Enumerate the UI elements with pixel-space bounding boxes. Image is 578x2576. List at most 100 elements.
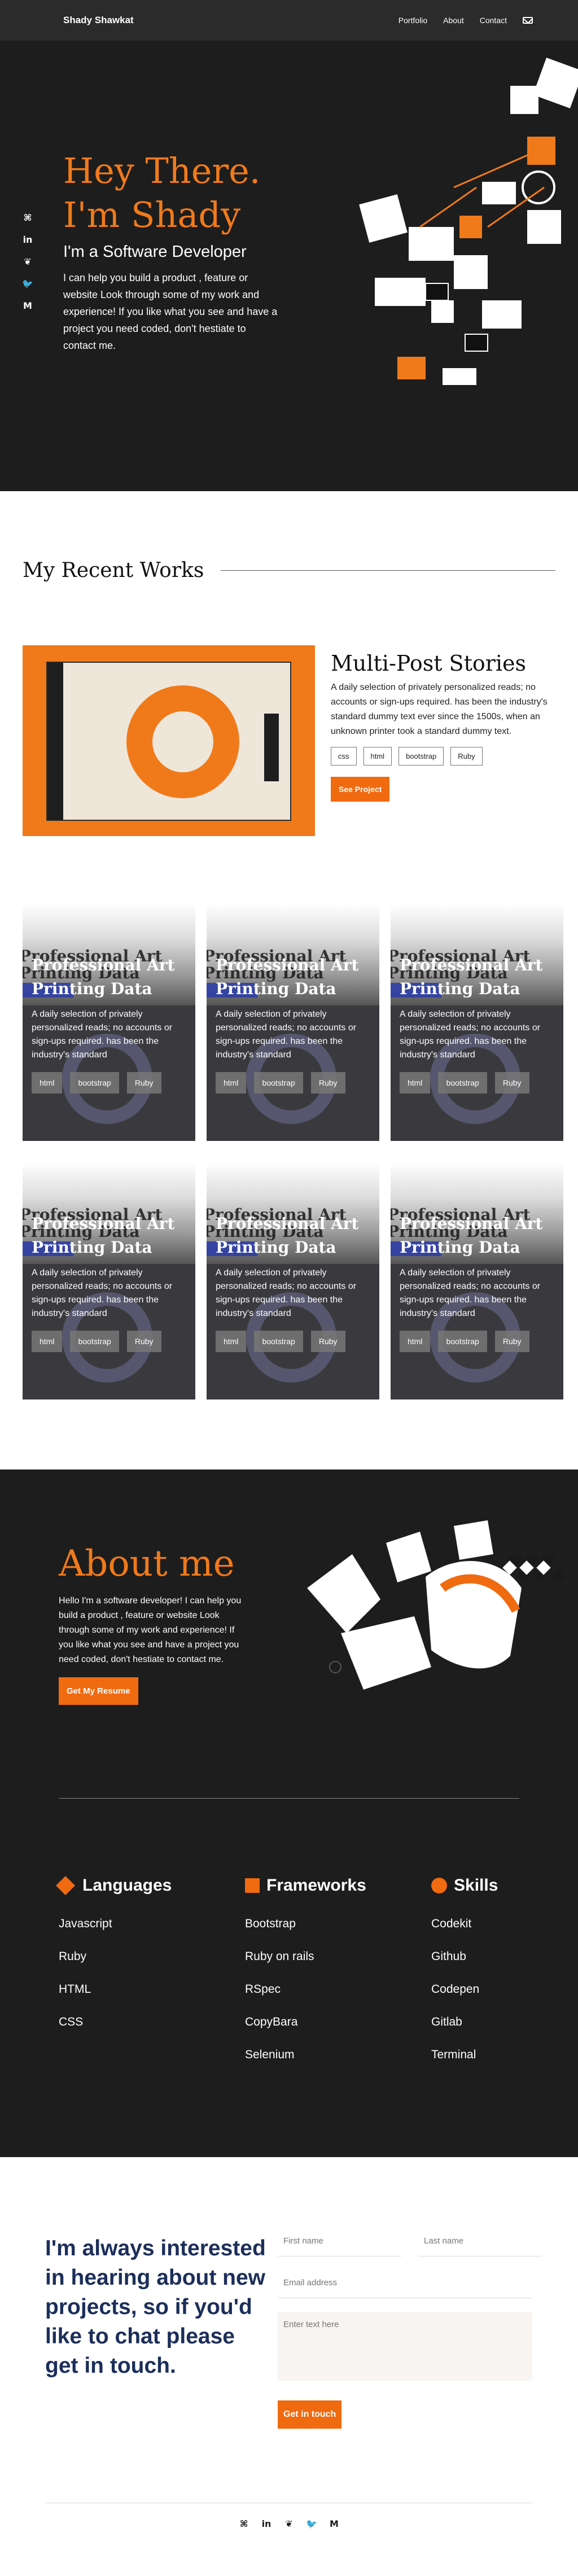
tag-bootstrap: bootstrap — [70, 1331, 119, 1352]
card-tags: html bootstrap Ruby — [32, 1072, 186, 1094]
skill-item: Ruby on rails — [245, 1950, 314, 1963]
circle-icon — [431, 1878, 447, 1893]
skill-item: Javascript — [59, 1917, 112, 1930]
tag-ruby: Ruby — [310, 1072, 345, 1094]
twitter-icon[interactable]: 🐦 — [21, 278, 34, 289]
about-title: About me — [59, 1543, 235, 1585]
card-title: Professional Art Printing Data — [216, 1214, 359, 1257]
featured-project-title: Multi-Post Stories — [331, 651, 527, 676]
tag-ruby: Ruby — [310, 1331, 345, 1352]
about-description: Hello I'm a software developer! I can he… — [59, 1596, 242, 1664]
card-title: Professional Art Printing Data — [216, 956, 359, 998]
medium-icon[interactable]: M — [21, 300, 34, 311]
skills-tools-list: Codekit Github Codepen Gitlab Terminal — [431, 1908, 544, 2071]
skill-item: Github — [431, 1950, 466, 1963]
skill-item: Gitlab — [431, 2015, 462, 2028]
tag-ruby: Ruby — [494, 1331, 529, 1352]
card-content: Professional Art Printing Data A daily se… — [32, 1212, 186, 1352]
skills-languages-heading: Languages — [56, 1876, 245, 1895]
card-content: Professional Art Printing Data A daily se… — [216, 954, 370, 1094]
codepen-icon[interactable]: ❦ — [283, 2518, 295, 2529]
tag-bootstrap: bootstrap — [70, 1072, 119, 1094]
codepen-icon[interactable]: ❦ — [21, 256, 34, 267]
get-in-touch-button[interactable]: Get in touch — [278, 2400, 342, 2429]
featured-project-image — [23, 645, 315, 836]
nav-link-portfolio[interactable]: Portfolio — [399, 16, 427, 25]
project-card[interactable]: Professional Art Printing Data Profession… — [23, 1162, 195, 1399]
skill-item: Selenium — [245, 2048, 295, 2061]
get-resume-button[interactable]: Get My Resume — [59, 1677, 138, 1705]
card-title: Professional Art Printing Data — [32, 1214, 175, 1257]
skill-item: Ruby — [59, 1950, 87, 1963]
card-tags: html bootstrap Ruby — [400, 1072, 554, 1094]
message-textarea[interactable] — [278, 2312, 532, 2381]
brand-logo[interactable]: Shady Shawkat — [63, 15, 134, 26]
card-content: Professional Art Printing Data A daily se… — [400, 1212, 554, 1352]
works-header: My Recent Works — [0, 559, 578, 582]
project-cards-grid: Professional Art Printing Data Profession… — [0, 904, 578, 1399]
diamond-icon — [56, 1876, 75, 1895]
last-name-input[interactable] — [418, 2226, 542, 2256]
hero-illustration — [359, 58, 578, 385]
hero-subheading: I'm a Software Developer — [63, 243, 247, 261]
skills-frameworks-list: Bootstrap Ruby on rails RSpec CopyBara S… — [245, 1908, 431, 2071]
mock-strip — [264, 714, 279, 781]
project-card[interactable]: Professional Art Printing Data Profession… — [207, 904, 379, 1141]
skill-item: RSpec — [245, 1983, 281, 1996]
twitter-icon[interactable]: 🐦 — [305, 2518, 318, 2529]
works-section: My Recent Works Multi-Post Stories A dai… — [0, 559, 578, 1399]
project-card[interactable]: Professional Art Printing Data Profession… — [391, 1162, 563, 1399]
github-icon[interactable]: ⌘ — [21, 212, 34, 223]
nav-link-contact[interactable]: Contact — [480, 16, 507, 25]
medium-icon[interactable]: M — [328, 2518, 340, 2529]
tag-bootstrap: bootstrap — [399, 747, 444, 766]
tag-ruby: Ruby — [126, 1072, 161, 1094]
mail-icon[interactable] — [523, 17, 533, 24]
card-title: Professional Art Printing Data — [400, 1214, 543, 1257]
skill-item: HTML — [59, 1983, 91, 1996]
skills-tools: Skills Codekit Github Codepen Gitlab Ter… — [431, 1876, 544, 2071]
tag-html: html — [400, 1331, 431, 1352]
square-icon — [245, 1878, 260, 1893]
nav-link-about[interactable]: About — [443, 16, 464, 25]
project-card[interactable]: Professional Art Printing Data Profession… — [391, 904, 563, 1141]
social-sidebar: ⌘ in ❦ 🐦 M — [21, 212, 34, 311]
about-section: About me Hello I'm a software developer!… — [0, 1469, 578, 2157]
hero-heading-line1: Hey There. — [63, 150, 261, 191]
card-description: A daily selection of privately personali… — [400, 1009, 541, 1060]
tag-html: html — [400, 1072, 431, 1094]
top-navbar: Shady Shawkat Portfolio About Contact — [0, 0, 578, 41]
skills-frameworks-heading: Frameworks — [245, 1876, 431, 1895]
name-row — [278, 2226, 542, 2256]
tag-bootstrap: bootstrap — [254, 1331, 303, 1352]
email-input[interactable] — [278, 2268, 532, 2298]
tag-ruby: Ruby — [450, 747, 483, 766]
card-content: Professional Art Printing Data A daily se… — [400, 954, 554, 1094]
about-text: About me Hello I'm a software developer!… — [59, 1543, 245, 1705]
see-project-button[interactable]: See Project — [331, 777, 390, 802]
card-title: Professional Art Printing Data — [32, 956, 175, 998]
project-card[interactable]: Professional Art Printing Data Profession… — [23, 904, 195, 1141]
github-icon[interactable]: ⌘ — [238, 2518, 250, 2529]
card-description: A daily selection of privately personali… — [216, 1009, 357, 1060]
card-description: A daily selection of privately personali… — [400, 1268, 541, 1318]
tag-ruby: Ruby — [126, 1331, 161, 1352]
skills-languages: Languages Javascript Ruby HTML CSS — [56, 1876, 245, 2071]
card-tags: html bootstrap Ruby — [32, 1331, 186, 1352]
hero-heading: Hey There. I'm Shady — [63, 149, 278, 237]
tag-html: html — [32, 1072, 63, 1094]
works-divider — [221, 570, 555, 571]
first-name-input[interactable] — [278, 2226, 401, 2256]
tag-bootstrap: bootstrap — [254, 1072, 303, 1094]
project-card[interactable]: Professional Art Printing Data Profession… — [207, 1162, 379, 1399]
skill-item: CSS — [59, 2015, 84, 2028]
skill-item: Terminal — [431, 2048, 476, 2061]
linkedin-icon[interactable]: in — [21, 234, 34, 245]
skills-frameworks-title: Frameworks — [266, 1876, 366, 1895]
linkedin-icon[interactable]: in — [260, 2518, 273, 2529]
tag-bootstrap: bootstrap — [438, 1072, 487, 1094]
nav-links: Portfolio About Contact — [399, 16, 533, 25]
tag-html: html — [363, 747, 392, 766]
featured-project-screenshot — [46, 662, 291, 821]
skill-item: Codepen — [431, 1983, 480, 1996]
